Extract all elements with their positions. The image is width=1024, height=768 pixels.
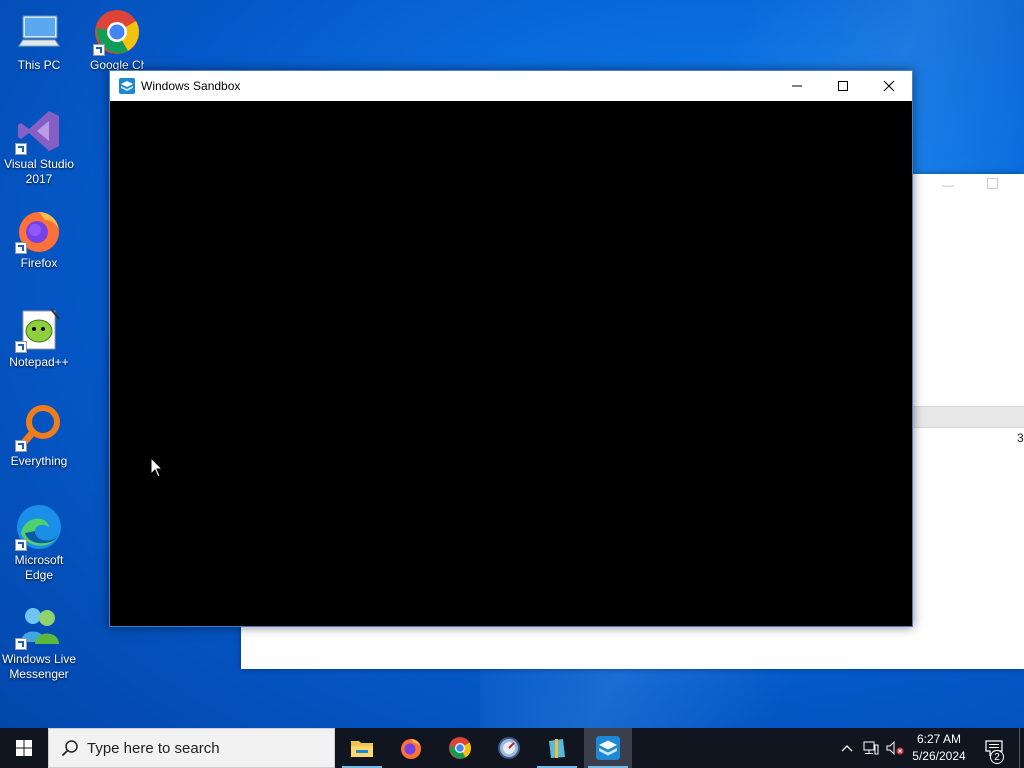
background-minimize-icon[interactable]: — [942, 178, 954, 192]
sandbox-icon [596, 736, 620, 760]
close-button[interactable] [866, 71, 912, 101]
chrome-icon [93, 8, 141, 56]
desktop-icon-label: Firefox [20, 256, 58, 270]
shortcut-arrow-icon [15, 143, 27, 155]
taskbar-app-archive[interactable] [533, 728, 581, 768]
search-placeholder: Type here to search [87, 739, 220, 757]
start-button[interactable] [0, 728, 48, 768]
desktop-icon-everything[interactable]: Everything [0, 404, 78, 469]
desktop-icon-firefox[interactable]: Firefox [0, 206, 78, 271]
desktop-icon-label: Visual Studio 2017 [4, 157, 74, 186]
gauge-icon [498, 737, 520, 759]
desktop-icon-label: Windows Live Messenger [1, 652, 77, 681]
background-maximize-icon[interactable] [987, 178, 998, 189]
window-title: Windows Sandbox [141, 79, 241, 93]
visual-studio-icon [15, 107, 63, 155]
desktop-icon-visual-studio[interactable]: Visual Studio 2017 [0, 107, 78, 187]
archive-icon [549, 739, 565, 758]
tray-overflow-button[interactable] [838, 728, 856, 768]
maximize-icon [838, 81, 848, 91]
folder-icon [351, 741, 373, 757]
desktop-icon-label: Everything [10, 454, 68, 468]
shortcut-arrow-icon [15, 539, 27, 551]
search-icon [61, 740, 78, 757]
desktop-icon-notepadpp[interactable]: Notepad++ [0, 305, 78, 370]
chrome-icon [449, 737, 471, 759]
desktop-icon-label: This PC [17, 58, 61, 72]
desktop-icon-messenger[interactable]: Windows Live Messenger [0, 602, 78, 682]
clock-date: 5/26/2024 [912, 749, 966, 763]
background-row-value: 3 [1017, 431, 1024, 445]
windows-logo-icon [16, 740, 32, 756]
clock-time: 6:27 AM [916, 732, 962, 746]
show-desktop-button[interactable] [1019, 728, 1024, 768]
computer-icon [15, 8, 63, 56]
mouse-cursor-icon [150, 457, 164, 478]
firefox-icon [15, 206, 63, 254]
sandbox-content-area[interactable] [110, 101, 912, 626]
taskbar-clock[interactable]: 6:27 AM 5/26/2024 [905, 731, 973, 765]
taskbar-app-file-explorer[interactable] [338, 728, 386, 768]
minimize-button[interactable] [774, 71, 820, 101]
taskbar: Type here to search 6:27 AM 5/26/2024 2 [0, 728, 1024, 768]
sandbox-window[interactable]: Windows Sandbox [109, 70, 913, 627]
taskbar-app-firefox[interactable] [387, 728, 435, 768]
sandbox-icon [119, 78, 135, 94]
sandbox-titlebar[interactable]: Windows Sandbox [110, 71, 912, 101]
firefox-icon [401, 739, 421, 759]
taskbar-app-sandbox[interactable] [584, 728, 632, 768]
everything-search-icon [15, 404, 63, 452]
shortcut-arrow-icon [15, 440, 27, 452]
desktop-icon-label: Notepad++ [9, 355, 69, 369]
taskbar-app-chrome[interactable] [436, 728, 484, 768]
maximize-button[interactable] [820, 71, 866, 101]
chevron-up-icon [841, 745, 853, 752]
background-header-strip [913, 406, 1024, 428]
minimize-icon [792, 85, 802, 87]
shortcut-arrow-icon [15, 638, 27, 650]
edge-icon [15, 503, 63, 551]
desktop-icon-this-pc[interactable]: This PC [0, 8, 78, 73]
shortcut-arrow-icon [15, 242, 27, 254]
volume-muted-icon [886, 741, 904, 755]
close-icon [883, 80, 895, 92]
notepadpp-icon [15, 305, 63, 353]
tray-volume-button[interactable] [884, 728, 906, 768]
messenger-icon [15, 602, 63, 650]
desktop-icon-label: Microsoft Edge [14, 553, 64, 582]
network-icon [863, 741, 879, 755]
shortcut-arrow-icon [15, 341, 27, 353]
desktop-icon-edge[interactable]: Microsoft Edge [0, 503, 78, 583]
notification-count-badge: 2 [990, 750, 1004, 764]
shortcut-arrow-icon [93, 44, 105, 56]
taskbar-app-tool[interactable] [485, 728, 533, 768]
taskbar-search-box[interactable]: Type here to search [48, 728, 335, 768]
tray-network-button[interactable] [860, 728, 882, 768]
